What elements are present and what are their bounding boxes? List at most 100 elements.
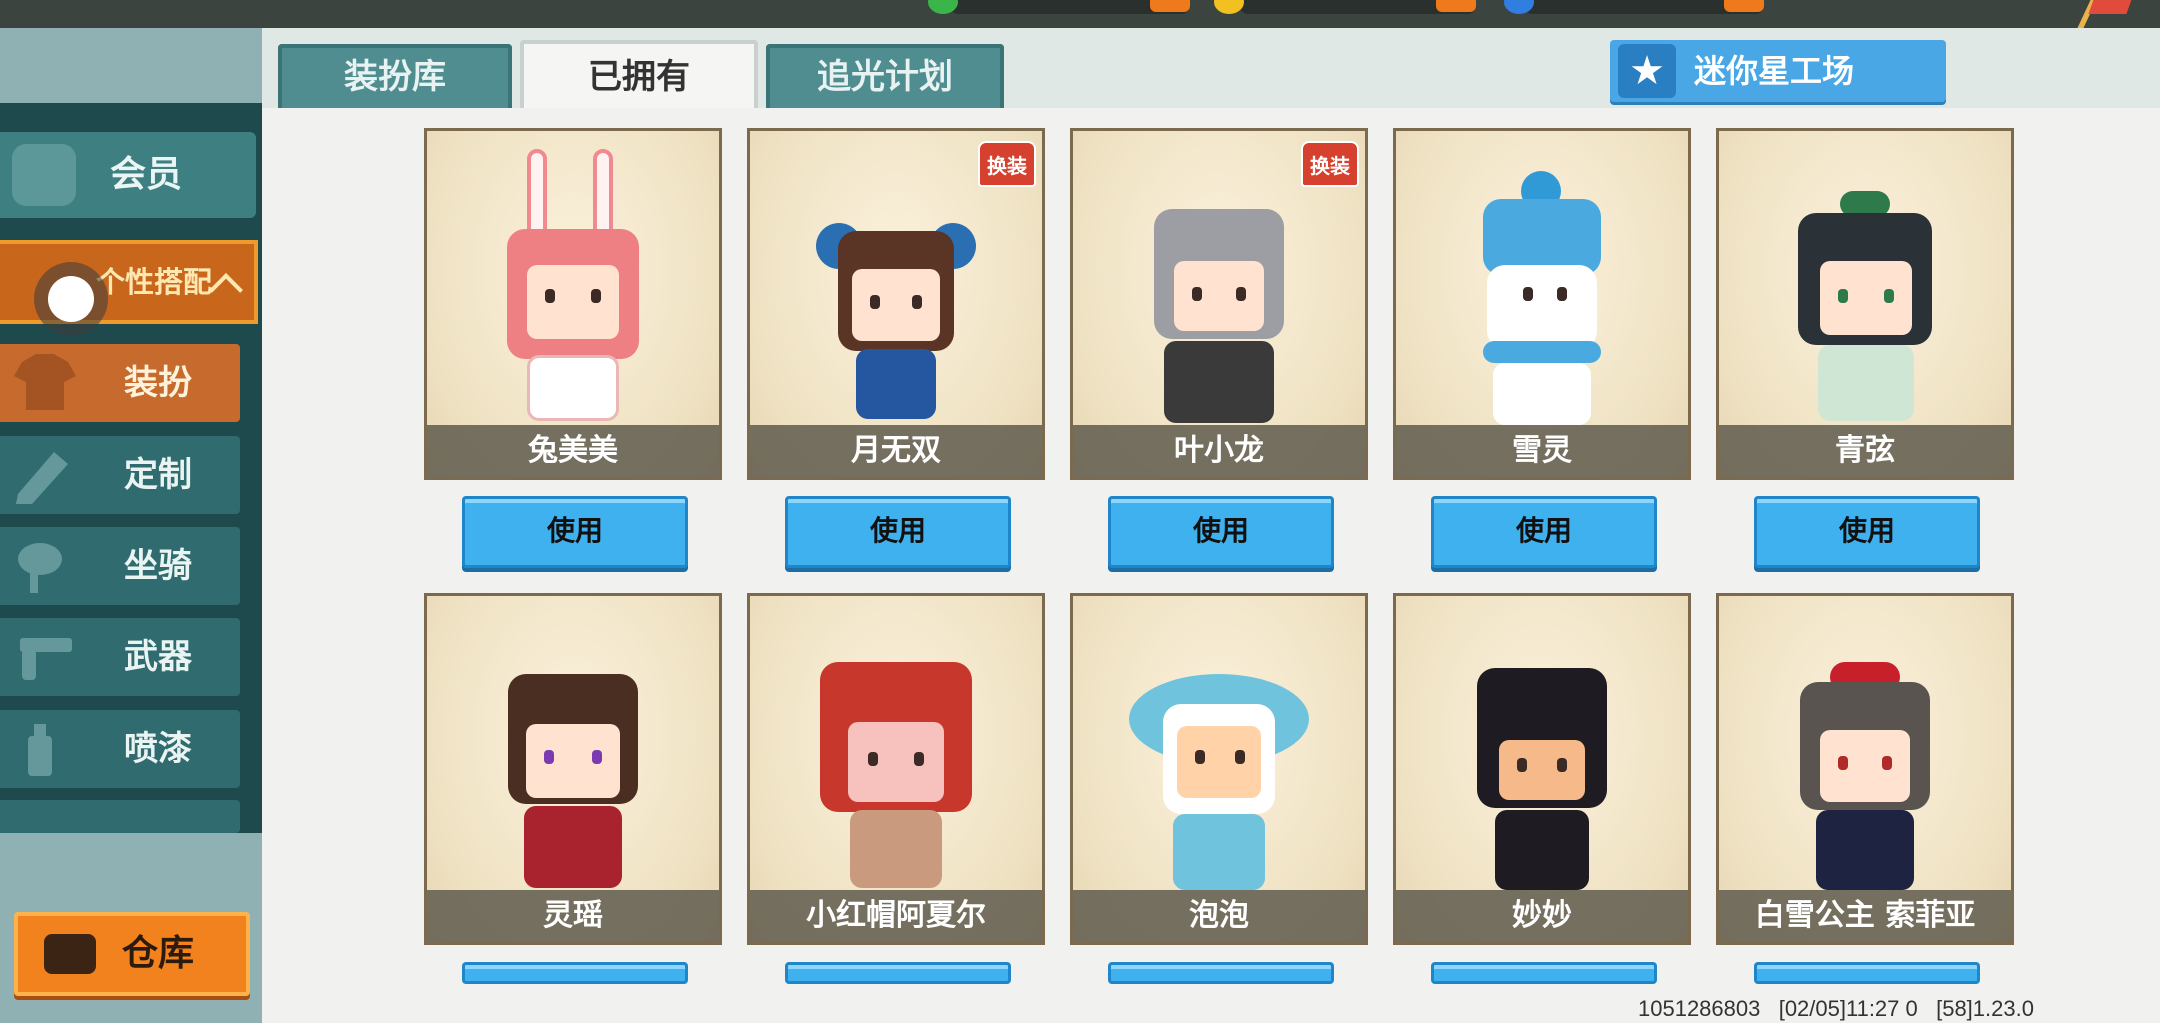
character-body [850, 810, 942, 888]
close-icon[interactable] [2088, 0, 2134, 14]
star-icon: ★ [1618, 44, 1676, 98]
outfit-name: 青弦 [1719, 425, 2011, 477]
use-button[interactable]: 使用 [462, 496, 688, 568]
sidebar-item-label: 武器 [124, 637, 192, 677]
sidebar-item-label: 喷漆 [124, 729, 192, 769]
use-button[interactable] [1108, 962, 1334, 984]
sidebar-item-spray[interactable]: 喷漆 [0, 710, 240, 788]
outfit-name: 兔美美 [427, 425, 719, 477]
touch-indicator [48, 276, 94, 322]
character-body [527, 355, 619, 421]
tab-chase-light[interactable]: 追光计划 [766, 44, 1004, 108]
gun-icon [20, 638, 72, 680]
warehouse-button[interactable]: 仓库 [14, 912, 250, 996]
tab-outfit-library[interactable]: 装扮库 [278, 44, 512, 108]
character-figure [1780, 634, 1950, 904]
outfit-card[interactable]: 妙妙 [1393, 593, 1691, 945]
sidebar-item-label: 坐骑 [124, 546, 192, 586]
resource-gold [1240, 0, 1476, 14]
member-logo-icon [12, 144, 76, 206]
character-figure [1119, 634, 1319, 904]
add-diamond-icon[interactable] [1724, 0, 1764, 12]
bunny-ear [593, 149, 613, 239]
outfit-card[interactable]: 换装 叶小龙 [1070, 128, 1368, 480]
shirt-icon [14, 354, 76, 410]
outfit-card[interactable]: 换装 月无双 [747, 128, 1045, 480]
tab-owned[interactable]: 已拥有 [520, 40, 758, 110]
star-workshop-label: 迷你星工场 [1694, 52, 1855, 90]
outfit-name: 泡泡 [1073, 890, 1365, 942]
use-button[interactable] [785, 962, 1011, 984]
use-button[interactable]: 使用 [1754, 496, 1980, 568]
saddle-icon [18, 543, 62, 593]
character-body [1495, 810, 1589, 890]
sidebar-item-outfit[interactable]: 装扮 [0, 344, 240, 422]
character-figure [493, 149, 653, 429]
use-button[interactable] [1754, 962, 1980, 984]
outfit-card[interactable]: 白雪公主 索菲亚 [1716, 593, 2014, 945]
user-id: 1051286803 [1638, 996, 1761, 1021]
resource-blue [1524, 0, 1764, 14]
character-figure [816, 169, 976, 429]
outfit-card[interactable]: 雪灵 [1393, 128, 1691, 480]
sidebar-item-more[interactable] [0, 800, 240, 833]
use-button[interactable]: 使用 [1431, 496, 1657, 568]
character-figure [1457, 634, 1627, 904]
warehouse-label: 仓库 [122, 933, 195, 974]
sidebar-item-label: 会员 [110, 154, 183, 195]
mini-star-workshop-button[interactable]: ★ 迷你星工场 [1610, 40, 1946, 102]
outfit-name: 月无双 [750, 425, 1042, 477]
character-figure [806, 634, 986, 904]
chevron-up-icon [209, 273, 243, 307]
character-body [1493, 363, 1591, 425]
spray-icon [28, 724, 52, 776]
sidebar-item-customize[interactable]: 定制 [0, 436, 240, 514]
sidebar-section-label: 个性搭配 [96, 265, 213, 299]
outfit-card[interactable]: 小红帽阿夏尔 [747, 593, 1045, 945]
outfit-card[interactable]: 泡泡 [1070, 593, 1368, 945]
use-button[interactable] [1431, 962, 1657, 984]
sidebar-item-label: 装扮 [124, 363, 192, 403]
outfit-name: 叶小龙 [1073, 425, 1365, 477]
use-button[interactable]: 使用 [785, 496, 1011, 568]
timestamp: [02/05]11:27 0 [1778, 996, 1918, 1021]
sidebar-item-member[interactable]: 会员 [0, 132, 256, 218]
change-outfit-badge: 换装 [978, 141, 1036, 187]
character-head [1487, 265, 1597, 349]
sidebar-section-outfit[interactable]: 个性搭配 [0, 240, 258, 324]
sidebar-item-mount[interactable]: 坐骑 [0, 527, 240, 605]
snow-hat [1483, 199, 1601, 275]
add-coin-icon[interactable] [1436, 0, 1476, 12]
bunny-ear [527, 149, 547, 239]
character-body [1164, 341, 1274, 423]
outfit-card[interactable]: 灵瑶 [424, 593, 722, 945]
sidebar-item-weapon[interactable]: 武器 [0, 618, 240, 696]
resource-green [950, 0, 1190, 14]
character-figure [1780, 169, 1950, 439]
sidebar-item-label: 定制 [124, 455, 192, 495]
change-outfit-badge: 换装 [1301, 141, 1359, 187]
gold-coin-icon [1214, 0, 1244, 14]
version: [58]1.23.0 [1936, 996, 2034, 1021]
character-figure [488, 634, 658, 904]
outfit-name: 小红帽阿夏尔 [750, 890, 1042, 942]
chest-icon [44, 934, 96, 974]
outfit-card[interactable]: 青弦 [1716, 128, 2014, 480]
outfit-name: 妙妙 [1396, 890, 1688, 942]
use-button[interactable] [462, 962, 688, 984]
outfit-name: 灵瑶 [427, 890, 719, 942]
build-info: 1051286803 [02/05]11:27 0 [58]1.23.0 [1638, 996, 2034, 1022]
character-figure [1134, 169, 1304, 429]
add-resource-icon[interactable] [1150, 0, 1190, 12]
character-body [856, 349, 936, 419]
use-button[interactable]: 使用 [1108, 496, 1334, 568]
top-hud-bar [0, 0, 2160, 28]
character-body [1173, 814, 1265, 890]
pencil-icon [16, 452, 68, 504]
character-body [1816, 810, 1914, 890]
outfit-name: 白雪公主 索菲亚 [1719, 890, 2011, 942]
outfit-name: 雪灵 [1396, 425, 1688, 477]
outfit-card[interactable]: 兔美美 [424, 128, 722, 480]
character-body [1818, 345, 1914, 421]
character-figure [1457, 169, 1627, 439]
